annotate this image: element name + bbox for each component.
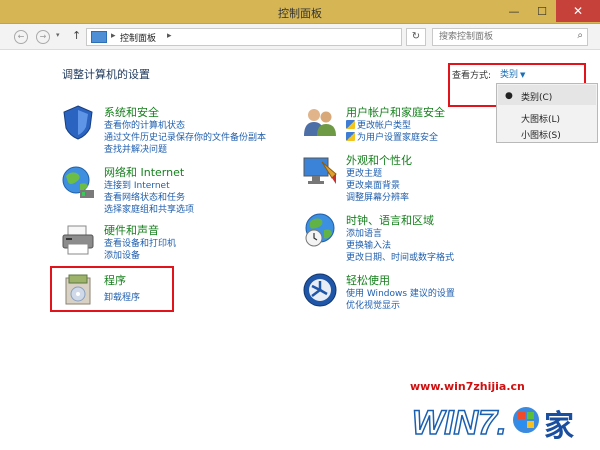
control-panel-icon: [91, 31, 107, 43]
window-controls: — ☐ ✕: [500, 0, 600, 22]
close-button[interactable]: ✕: [556, 0, 600, 22]
page-title: 调整计算机的设置: [62, 68, 150, 81]
address-bar[interactable]: ▸ 控制面板 ▸ ▾: [86, 28, 479, 46]
globe-network-icon[interactable]: [60, 164, 96, 200]
monitor-paint-icon[interactable]: [302, 152, 338, 188]
link-optimize-visual-display[interactable]: 优化视觉显示: [346, 298, 400, 311]
uac-shield-icon: [346, 120, 355, 129]
category-hardware-sound: 硬件和声音 查看设备和打印机 添加设备: [60, 222, 290, 262]
uac-shield-icon: [346, 132, 355, 141]
minimize-button[interactable]: —: [500, 0, 528, 22]
breadcrumb-separator-icon[interactable]: ▸: [167, 31, 172, 41]
globe-clock-icon[interactable]: [302, 212, 338, 248]
breadcrumb-separator-icon[interactable]: ▸: [111, 31, 116, 41]
menu-item-small-icons[interactable]: 小图标(S): [521, 128, 561, 141]
back-button[interactable]: ←: [14, 30, 28, 44]
forward-button[interactable]: →: [36, 30, 50, 44]
win7-home-logo-icon: WIN7. 家: [411, 403, 574, 444]
maximize-button[interactable]: ☐: [528, 0, 556, 22]
selected-bullet-icon: ●: [505, 91, 513, 101]
link-family-safety[interactable]: 为用户设置家庭安全: [346, 130, 438, 143]
title-bar: 控制面板 — ☐ ✕: [0, 0, 600, 24]
ease-of-access-icon[interactable]: [302, 272, 338, 308]
svg-text:家: 家: [544, 409, 574, 444]
search-box[interactable]: ⌕: [432, 28, 588, 46]
link-homegroup-sharing[interactable]: 选择家庭组和共享选项: [104, 202, 194, 215]
highlight-box-programs: [50, 266, 174, 312]
search-input[interactable]: [433, 29, 563, 45]
breadcrumb-control-panel[interactable]: 控制面板: [120, 31, 156, 44]
category-clock-language-region: 时钟、语言和区域 添加语言 更换输入法 更改日期、时间或数字格式: [302, 212, 502, 263]
printer-icon[interactable]: [60, 222, 96, 258]
category-appearance: 外观和个性化 更改主题 更改桌面背景 调整屏幕分辨率: [302, 152, 502, 203]
navigation-bar: ← → ▾ ↑ ▸ 控制面板 ▸ ▾ ↻ ⌕: [0, 24, 600, 50]
category-ease-of-access: 轻松使用 使用 Windows 建议的设置 优化视觉显示: [302, 272, 502, 312]
link-troubleshoot[interactable]: 查找并解决问题: [104, 142, 167, 155]
category-network-internet: 网络和 Internet 连接到 Internet 查看网络状态和任务 选择家庭…: [60, 164, 290, 215]
menu-item-category[interactable]: 类别(C): [521, 90, 552, 103]
menu-item-large-icons[interactable]: 大图标(L): [521, 112, 560, 125]
category-user-accounts: 用户帐户和家庭安全 更改帐户类型 为用户设置家庭安全: [302, 104, 502, 144]
shield-icon[interactable]: [60, 104, 96, 140]
category-system-security: 系统和安全 查看你的计算机状态 通过文件历史记录保存你的文件备份副本 查找并解决…: [60, 104, 290, 155]
refresh-button[interactable]: ↻: [406, 28, 426, 46]
up-button[interactable]: ↑: [72, 29, 81, 42]
search-icon[interactable]: ⌕: [577, 30, 583, 41]
users-icon[interactable]: [302, 104, 338, 140]
link-add-device[interactable]: 添加设备: [104, 248, 140, 261]
link-screen-resolution[interactable]: 调整屏幕分辨率: [346, 190, 409, 203]
link-change-date-time-format[interactable]: 更改日期、时间或数字格式: [346, 250, 454, 263]
recent-locations-dropdown-icon[interactable]: ▾: [56, 31, 60, 39]
view-by-menu: ● 类别(C) 大图标(L) 小图标(S): [496, 83, 598, 143]
svg-text:WIN7.: WIN7.: [412, 404, 506, 442]
